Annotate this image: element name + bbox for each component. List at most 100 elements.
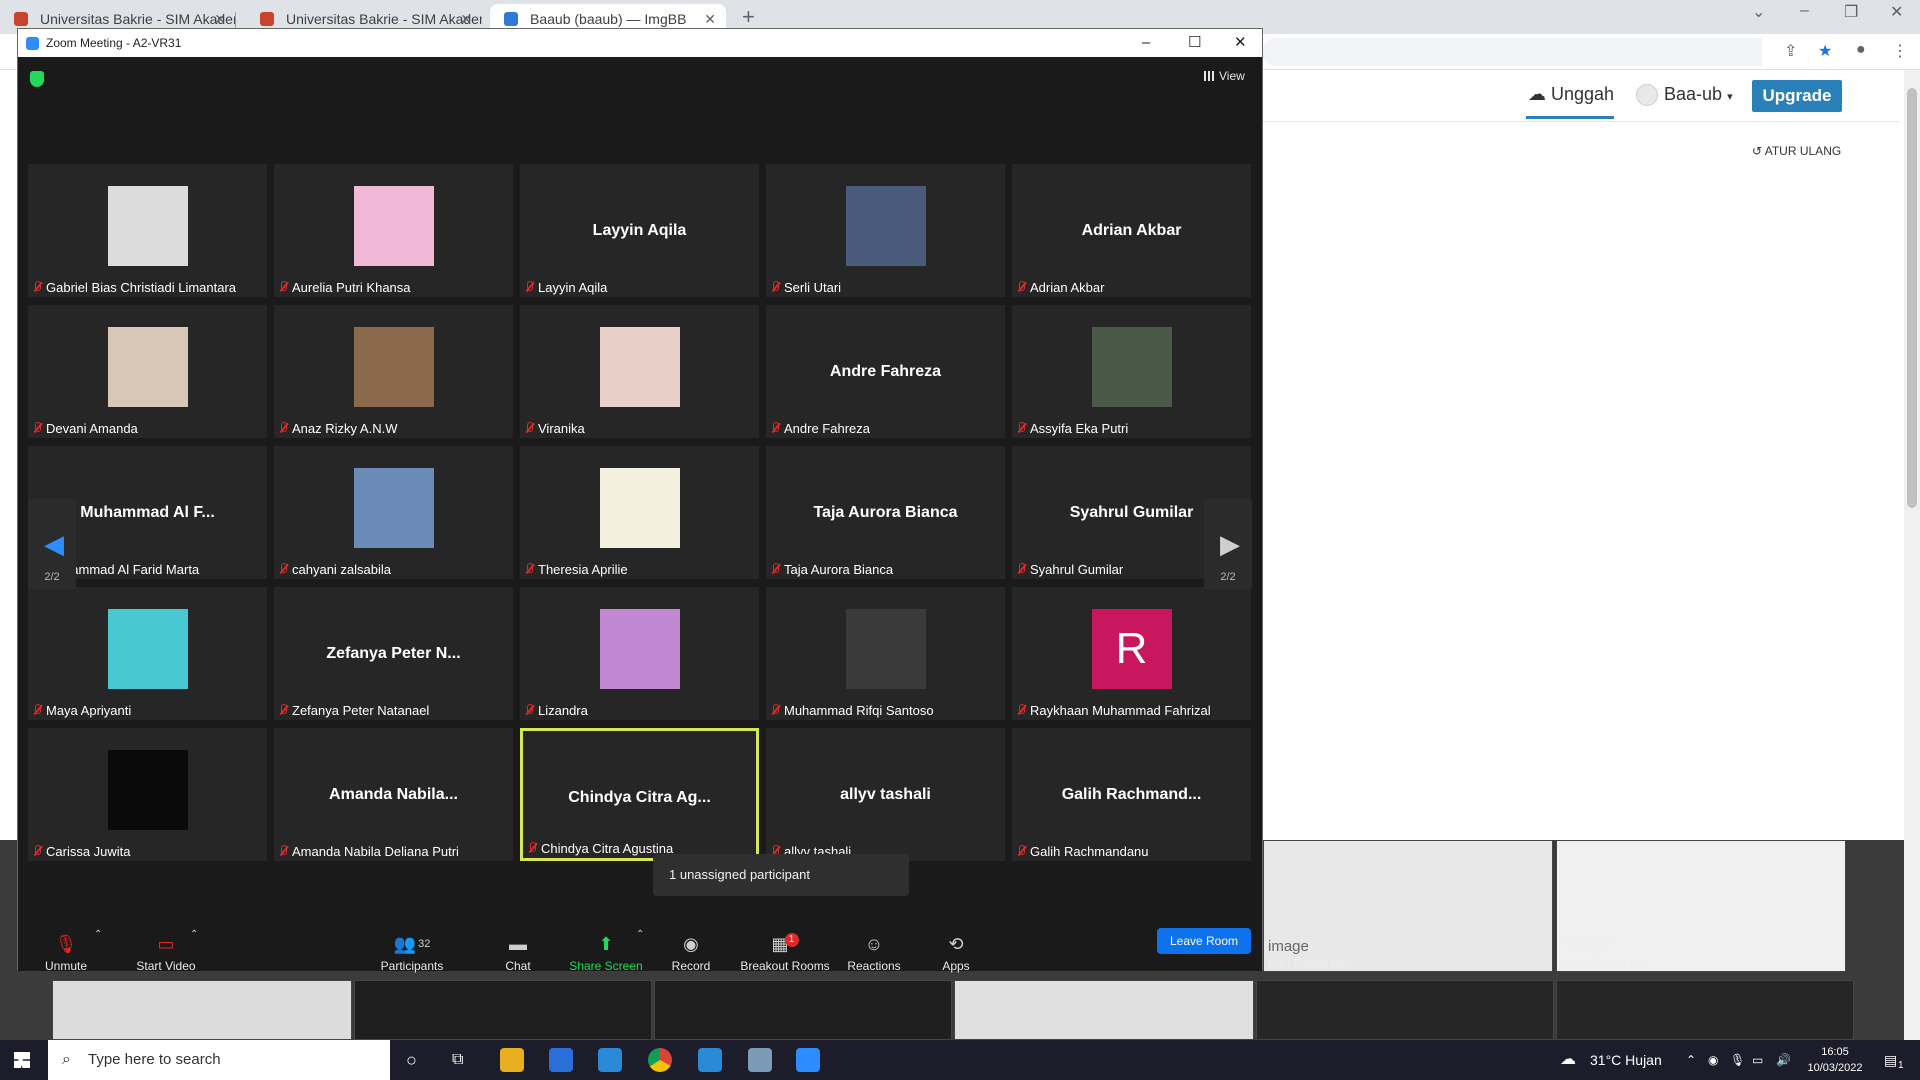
gallery-thumb[interactable] <box>354 980 652 1040</box>
gallery-thumb[interactable] <box>52 980 352 1040</box>
close-icon[interactable]: ✕ <box>1890 2 1903 22</box>
menu-icon[interactable]: ⋮ <box>1892 41 1908 61</box>
chat-button[interactable]: ▬ Chat <box>498 933 538 973</box>
gallery-thumb[interactable] <box>1556 980 1854 1040</box>
zoom-meeting-window: Zoom Meeting - A2-VR31 – ☐ ✕ View Gabrie… <box>17 28 1263 973</box>
maximize-icon[interactable]: ☐ <box>1188 29 1201 57</box>
participant-tile[interactable]: cahyani zalsabila <box>274 446 513 579</box>
close-icon[interactable]: ✕ <box>1234 29 1247 57</box>
bookmark-star-icon[interactable]: ★ <box>1818 41 1832 61</box>
mail-icon[interactable] <box>598 1048 622 1072</box>
breakout-rooms-button[interactable]: ▦1 Breakout Rooms <box>738 933 832 973</box>
page-scrollbar[interactable] <box>1904 70 1920 1040</box>
participant-tile[interactable]: Serli Utari <box>766 164 1005 297</box>
mic-muted-icon <box>278 422 288 434</box>
participant-name: Assyifa Eka Putri <box>1030 421 1129 436</box>
notepad-icon[interactable] <box>748 1048 772 1072</box>
participant-tile[interactable]: Adrian Akbar Adrian Akbar <box>1012 164 1251 297</box>
mic-muted-icon <box>1016 704 1026 716</box>
notification-icon[interactable]: ▤ <box>1884 1040 1897 1080</box>
gallery-thumb[interactable] <box>1256 980 1554 1040</box>
mic-muted-icon <box>32 704 42 716</box>
restore-icon[interactable]: ❐ <box>1844 2 1858 22</box>
participant-tile[interactable]: Maya Apriyanti <box>28 587 267 720</box>
user-name: Baa-ub <box>1664 84 1723 104</box>
participants-button[interactable]: 👥 32 Participants <box>374 933 450 973</box>
participant-tile[interactable]: Lizandra <box>520 587 759 720</box>
participant-tile[interactable]: Theresia Aprilie <box>520 446 759 579</box>
participant-tile[interactable]: Anaz Rizky A.N.W <box>274 305 513 438</box>
minimize-icon[interactable]: – <box>1142 29 1150 57</box>
address-bar[interactable] <box>1262 38 1762 66</box>
taskbar-search-box[interactable]: ⌕ Type here to search <box>48 1040 390 1080</box>
participant-tile[interactable]: allyv tashali allyv tashali <box>766 728 1005 861</box>
participant-name: Taja Aurora Bianca <box>784 562 894 577</box>
teamviewer-icon[interactable] <box>698 1048 722 1072</box>
network-icon[interactable]: ▭ <box>1752 1040 1763 1080</box>
previous-page-button[interactable]: ◀ 2/2 <box>28 499 76 589</box>
volume-icon[interactable]: 🔊 <box>1776 1040 1791 1080</box>
view-button[interactable]: View <box>1204 69 1245 83</box>
participant-tile[interactable]: Aurelia Putri Khansa <box>274 164 513 297</box>
microphone-icon[interactable]: 🎙 <box>1730 1040 1745 1080</box>
reactions-button[interactable]: ☺ Reactions <box>846 933 902 973</box>
participant-name-label: Lizandra <box>524 703 588 718</box>
user-menu[interactable]: Baa-ub ▾ <box>1636 84 1733 107</box>
chevron-up-icon[interactable]: ⌃ <box>94 929 102 940</box>
participant-tile[interactable]: Taja Aurora Bianca Taja Aurora Bianca <box>766 446 1005 579</box>
gallery-thumb[interactable] <box>1556 840 1846 972</box>
apps-label: Apps <box>942 959 970 973</box>
share-screen-button[interactable]: ⬆ Share Screen <box>566 933 646 973</box>
participant-tile[interactable]: Muhammad Rifqi Santoso <box>766 587 1005 720</box>
participant-tile[interactable]: Amanda Nabila... Amanda Nabila Deliana Pu… <box>274 728 513 861</box>
clock[interactable]: 16:05 10/03/2022 <box>1800 1044 1870 1076</box>
profile-icon[interactable]: ● <box>1856 41 1866 59</box>
participant-tile[interactable]: Assyifa Eka Putri <box>1012 305 1251 438</box>
zoom-app-icon[interactable] <box>796 1048 820 1072</box>
unmute-button[interactable]: 🎙 Unmute <box>38 933 94 973</box>
chevron-up-icon[interactable]: ⌃ <box>636 929 644 940</box>
chevron-up-icon[interactable]: ⌃ <box>1686 1040 1696 1080</box>
chrome-icon[interactable] <box>648 1048 672 1072</box>
location-icon[interactable]: ◉ <box>1708 1040 1718 1080</box>
apps-button[interactable]: ⟲ Apps <box>936 933 976 973</box>
upgrade-button[interactable]: Upgrade <box>1752 80 1842 112</box>
participant-tile[interactable]: Chindya Citra Ag... Chindya Citra Agustin… <box>520 728 759 861</box>
participant-tile[interactable]: Zefanya Peter N... Zefanya Peter Natanael <box>274 587 513 720</box>
gallery-thumb[interactable] <box>654 980 952 1040</box>
mic-muted-icon <box>1016 281 1026 293</box>
task-view-icon[interactable]: ⧉ <box>452 1040 463 1080</box>
mic-muted-icon <box>278 281 288 293</box>
participant-name-label: Taja Aurora Bianca <box>770 562 893 577</box>
participant-tile[interactable]: Gabriel Bias Christiadi Limantara <box>28 164 267 297</box>
minimize-icon[interactable]: – <box>1800 2 1809 20</box>
participant-tile[interactable]: Galih Rachmand... Galih Rachmandanu <box>1012 728 1251 861</box>
breakout-rooms-icon: ▦1 <box>738 933 832 955</box>
file-explorer-icon[interactable] <box>500 1048 524 1072</box>
participant-tile[interactable]: Viranika <box>520 305 759 438</box>
participant-tile[interactable]: R Raykhaan Muhammad Fahrizal <box>1012 587 1251 720</box>
participant-name: Theresia Aprilie <box>538 562 628 577</box>
microsoft-store-icon[interactable] <box>549 1048 573 1072</box>
chevron-up-icon[interactable]: ⌃ <box>190 929 198 940</box>
participant-gallery: Gabriel Bias Christiadi Limantara Aurelia… <box>28 164 1254 864</box>
leave-room-button[interactable]: Leave Room <box>1157 928 1251 954</box>
new-tab-icon[interactable]: + <box>742 4 755 30</box>
tab-search-icon[interactable]: ⌄ <box>1752 2 1765 22</box>
participant-tile[interactable]: Layyin Aqila Layyin Aqila <box>520 164 759 297</box>
upload-button[interactable]: ☁ Unggah <box>1528 84 1614 105</box>
share-icon[interactable]: ⇪ <box>1784 41 1797 61</box>
participant-tile[interactable]: Carissa Juwita <box>28 728 267 861</box>
reset-button[interactable]: ↺ ATUR ULANG <box>1752 144 1841 158</box>
next-page-button[interactable]: ▶ 2/2 <box>1204 499 1252 589</box>
participant-tile[interactable]: Devani Amanda <box>28 305 267 438</box>
scrollbar-thumb[interactable] <box>1907 88 1917 508</box>
record-button[interactable]: ◉ Record <box>666 933 716 973</box>
gallery-thumb[interactable] <box>954 980 1254 1040</box>
windows-start-icon[interactable] <box>14 1052 30 1068</box>
weather-label[interactable]: 31°C Hujan <box>1590 1040 1662 1080</box>
encryption-shield-icon[interactable] <box>30 71 44 87</box>
participant-tile[interactable]: Andre Fahreza Andre Fahreza <box>766 305 1005 438</box>
cortana-icon[interactable]: ○ <box>406 1040 417 1080</box>
participant-name-label: Syahrul Gumilar <box>1016 562 1123 577</box>
